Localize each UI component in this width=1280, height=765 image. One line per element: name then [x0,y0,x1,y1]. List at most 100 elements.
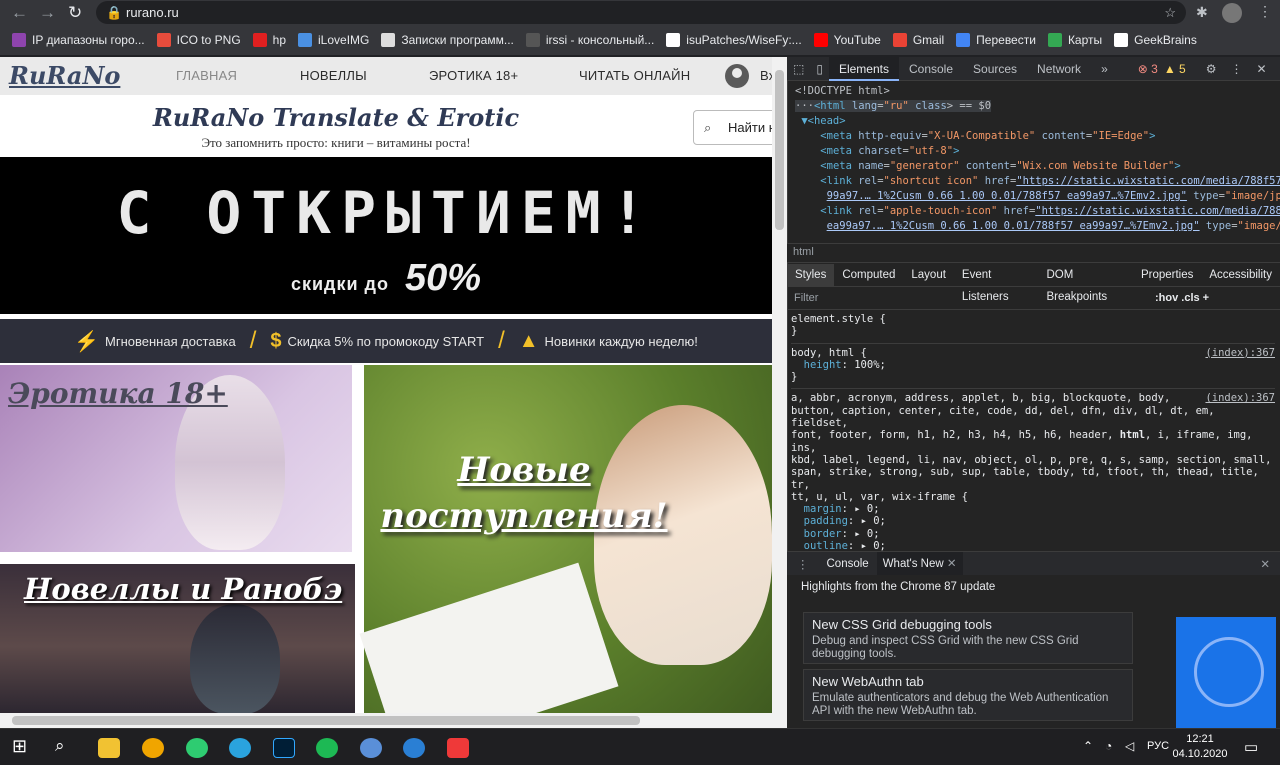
bookmark-item[interactable]: iLoveIMG [294,29,377,51]
whats-new-card[interactable]: New CSS Grid debugging tools Debug and i… [803,612,1133,664]
qbittorrent-icon[interactable] [360,738,382,758]
menu-kebab-icon[interactable]: ⋮ [1258,3,1272,20]
webpage: RuRaNo ГЛАВНАЯ НОВЕЛЛЫ ЭРОТИКА 18+ ЧИТАТ… [0,57,772,713]
title-line-1: Новые [457,450,591,490]
rule-source-link[interactable]: (index):367 [1205,347,1275,359]
dom-line[interactable]: <!DOCTYPE html> [795,85,890,97]
whats-new-card[interactable]: New WebAuthn tab Emulate authenticators … [803,669,1133,721]
close-icon[interactable]: ✕ [1257,62,1267,76]
breadcrumb-item[interactable]: html [793,246,814,258]
tile-novels[interactable]: Новеллы и Ранобэ [0,564,355,713]
windows-start-icon[interactable]: ⊞ [12,736,27,757]
tab-network[interactable]: Network [1027,57,1091,81]
bookmark-item[interactable]: isuPatches/WiseFy:... [662,29,809,51]
tab-event-listeners[interactable]: Event Listeners [954,264,1039,303]
app-icon[interactable] [186,738,208,758]
notifications-icon[interactable]: ▭ [1244,738,1258,756]
dom-tree[interactable]: <!DOCTYPE html> ···<html lang="ru" class… [795,84,1280,234]
bookmark-item[interactable]: Записки программ... [377,29,521,51]
banner-discount-text: скидки до [290,274,389,294]
rule-element-style[interactable]: element.style {} [791,313,1275,338]
tab-sources[interactable]: Sources [963,57,1027,81]
promo-banner[interactable]: С ОТКРЫТИЕМ! скидки до 50% [0,157,772,314]
tab-accessibility[interactable]: Accessibility [1201,264,1280,286]
bookmark-item[interactable]: GeekBrains [1110,29,1205,51]
bookmarks-bar: IP диапазоны горо... ICO to PNG hp iLoveIMG… [0,25,1280,56]
vertical-scroll-thumb[interactable] [775,70,784,230]
feature-delivery: ⚡ Мгновенная доставка [60,329,250,354]
drawer-tab-console[interactable]: Console [819,558,877,570]
vivaldi-icon[interactable] [447,738,469,758]
search-icon: ⌕ [704,120,712,135]
extensions-icon[interactable]: ✱ [1196,4,1208,21]
rule-body-html[interactable]: body, html {(index):367 height: 100%;} [791,342,1275,384]
drawer-tab-whats-new[interactable]: What's New ✕ [876,551,963,576]
close-drawer-icon[interactable]: ✕ [1250,557,1280,571]
drawer-menu-icon[interactable]: ⋮ [787,557,819,571]
photoshop-icon[interactable] [273,738,295,758]
file-explorer-icon[interactable] [98,738,120,758]
app-icon[interactable] [142,738,164,758]
login-link[interactable]: Вх [760,68,772,83]
back-icon[interactable]: ← [11,3,28,23]
card-title: New WebAuthn tab [812,674,924,689]
tile-erotic[interactable]: Эротика 18+ [0,365,352,552]
tab-computed[interactable]: Computed [834,264,903,286]
grid-illustration-icon [1194,637,1264,707]
inspect-icon[interactable]: ⬚ [787,57,810,81]
tile-new-arrivals[interactable]: Новые поступления! [359,365,772,713]
address-bar[interactable]: 🔒 rurano.ru ☆ [96,1,1186,24]
network-icon[interactable]: ◔ [1105,739,1112,753]
star-icon[interactable]: ☆ [1164,1,1176,24]
settings-gear-icon[interactable]: ⚙ [1206,62,1217,76]
user-avatar-icon[interactable] [725,64,749,88]
tile-new-arrivals-title: Новые поступления! [364,447,684,539]
tab-dom-breakpoints[interactable]: DOM Breakpoints [1038,264,1132,303]
lock-icon: 🔒 [106,5,123,20]
devtools-menu-icon[interactable]: ⋮ [1231,62,1243,76]
horizontal-scroll-thumb[interactable] [12,716,640,725]
bookmark-item[interactable]: IP диапазоны горо... [8,29,153,51]
styles-filter[interactable]: Filter :hov .cls + [787,288,1280,310]
menu-item-home[interactable]: ГЛАВНАЯ [176,68,237,83]
menu-item-read-online[interactable]: ЧИТАТЬ ОНЛАЙН [579,68,690,83]
system-clock[interactable]: 12:21 04.10.2020 [1166,732,1234,762]
profile-avatar[interactable] [1222,3,1242,23]
bookmark-item[interactable]: ICO to PNG [153,29,249,51]
tab-layout[interactable]: Layout [903,264,954,286]
close-icon[interactable]: ✕ [947,558,957,570]
dom-line-selected[interactable]: ···<html lang="ru" class> == $0 [795,100,992,112]
rule-source-link[interactable]: (index):367 [1205,392,1275,404]
volume-icon[interactable]: ◁ [1125,739,1134,753]
rule-reset[interactable]: a, abbr, acronym, address, applet, b, bi… [791,388,1275,577]
app-icon[interactable] [403,738,425,758]
tab-properties[interactable]: Properties [1133,264,1201,286]
menu-item-erotic[interactable]: ЭРОТИКА 18+ [429,68,518,83]
tab-console[interactable]: Console [899,57,963,81]
device-toggle-icon[interactable]: ▯ [810,57,829,81]
card-desc: Debug and inspect CSS Grid with the new … [812,635,1079,660]
forward-icon[interactable]: → [39,3,56,23]
error-count-icon[interactable]: ⊗ 3 [1138,62,1158,76]
bookmark-item[interactable]: Карты [1044,29,1110,51]
bookmark-item[interactable]: Перевести [952,29,1044,51]
tab-elements[interactable]: Elements [828,56,899,81]
spotify-icon[interactable] [316,738,338,758]
site-search-input[interactable]: ⌕ Найти н [693,110,772,145]
warning-count-icon[interactable]: ▲ 5 [1164,62,1186,76]
css-rules[interactable]: element.style {} body, html {(index):367… [791,313,1275,577]
reload-icon[interactable]: ↻ [68,3,82,23]
bookmark-item[interactable]: hp [249,29,294,51]
tray-chevron-icon[interactable]: ⌃ [1083,739,1093,753]
more-tabs-icon[interactable]: » [1091,57,1118,81]
bookmark-item[interactable]: YouTube [810,29,889,51]
bookmark-item[interactable]: Gmail [889,29,952,51]
telegram-icon[interactable] [229,738,251,758]
tab-styles[interactable]: Styles [787,264,835,286]
menu-item-novels[interactable]: НОВЕЛЛЫ [300,68,367,83]
site-logo[interactable]: RuRaNo [9,61,120,90]
clock-date: 04.10.2020 [1172,748,1228,760]
bookmark-item[interactable]: irssi - консольный... [522,29,662,51]
filter-tools[interactable]: :hov .cls + [1155,292,1209,304]
search-icon[interactable]: ⌕ [55,736,65,756]
